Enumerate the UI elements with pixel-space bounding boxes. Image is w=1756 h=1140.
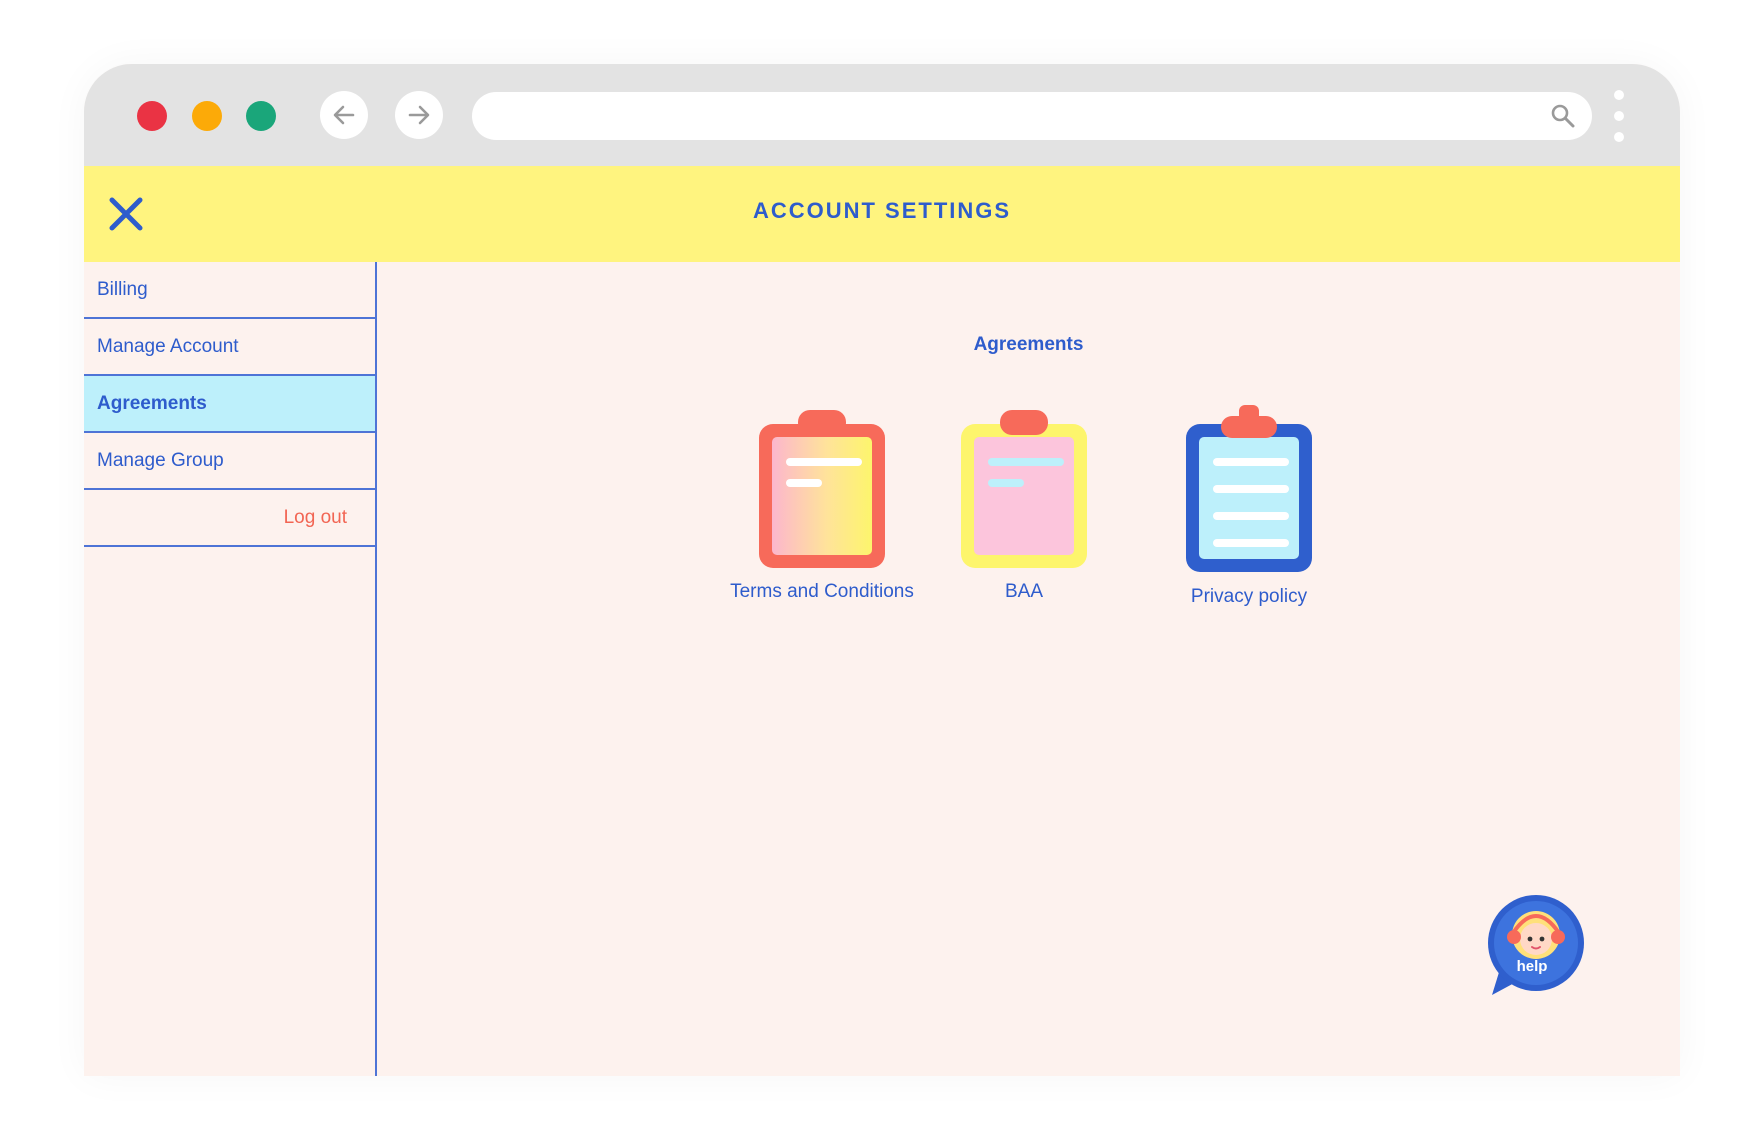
settings-header: ACCOUNT SETTINGS xyxy=(84,166,1680,262)
support-agent-icon xyxy=(1488,895,1584,995)
window-maximize-dot[interactable] xyxy=(246,101,276,131)
window-minimize-dot[interactable] xyxy=(192,101,222,131)
clipboard-icon xyxy=(961,410,1087,568)
clipboard-icon xyxy=(1186,405,1312,572)
address-input[interactable] xyxy=(492,98,1532,134)
arrow-left-icon xyxy=(333,105,355,125)
arrow-right-icon xyxy=(408,105,430,125)
sidebar-item-billing[interactable]: Billing xyxy=(84,262,375,319)
browser-toolbar xyxy=(84,64,1680,166)
section-title: Agreements xyxy=(973,334,1084,355)
sidebar-item-manage-group[interactable]: Manage Group xyxy=(84,433,375,490)
forward-button[interactable] xyxy=(395,91,443,139)
back-button[interactable] xyxy=(320,91,368,139)
help-label: help xyxy=(1516,958,1548,975)
window-close-dot[interactable] xyxy=(137,101,167,131)
kebab-menu-icon[interactable] xyxy=(1612,90,1626,142)
document-label: Terms and Conditions xyxy=(730,581,914,602)
document-label: Privacy policy xyxy=(1190,586,1308,607)
page-title: ACCOUNT SETTINGS xyxy=(752,198,1012,223)
clipboard-icon xyxy=(759,410,885,568)
settings-sidebar: Billing Manage Account Agreements Manage… xyxy=(84,262,377,1076)
close-icon[interactable] xyxy=(104,192,148,236)
document-terms-and-conditions[interactable]: Terms and Conditions xyxy=(717,409,927,603)
document-label: BAA xyxy=(1004,581,1044,602)
help-button[interactable]: help xyxy=(1486,893,1590,997)
search-icon[interactable] xyxy=(1550,103,1576,129)
browser-window: ACCOUNT SETTINGS Billing Manage Account … xyxy=(84,64,1680,1076)
logout-button[interactable]: Log out xyxy=(84,490,375,547)
document-privacy-policy[interactable]: Privacy policy xyxy=(1164,404,1334,608)
sidebar-item-manage-account[interactable]: Manage Account xyxy=(84,319,375,376)
sidebar-item-agreements[interactable]: Agreements xyxy=(84,376,375,433)
address-bar[interactable] xyxy=(472,92,1592,140)
document-baa[interactable]: BAA xyxy=(954,409,1094,603)
